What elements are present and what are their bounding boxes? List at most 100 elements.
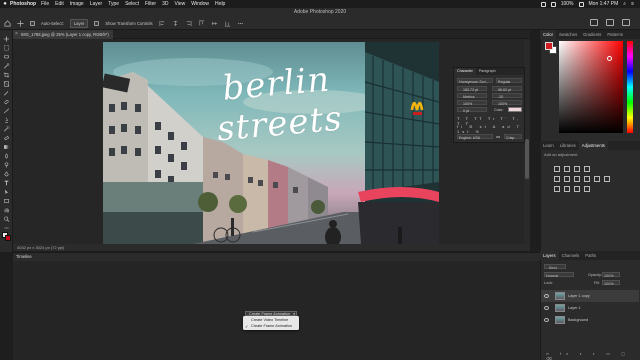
menu-3d[interactable]: 3D (162, 1, 168, 7)
tab-paragraph[interactable]: Paragraph (476, 68, 499, 75)
faux-style-buttons[interactable]: T T TT Tr T' T, T T (457, 116, 522, 126)
opentype-buttons[interactable]: fi ⊘ st A ad T 1st ½ (457, 124, 522, 134)
autoselect-checkbox[interactable] (30, 21, 35, 26)
tab-adjustments[interactable]: Adjustments (578, 141, 608, 150)
tab-gradients[interactable]: Gradients (580, 30, 604, 39)
language-select[interactable]: English: USA (457, 134, 493, 140)
black-white-adjustment-icon[interactable] (584, 176, 590, 182)
visibility-eye-icon[interactable] (544, 306, 549, 310)
blend-mode-select[interactable]: Normal (544, 272, 574, 278)
vibrance-adjustment-icon[interactable] (554, 176, 560, 182)
font-family-select[interactable]: Honeymoon Scri... (457, 78, 493, 84)
lasso-tool-icon[interactable] (3, 54, 10, 60)
baseline-shift-field[interactable]: 0 pt (457, 107, 487, 113)
visibility-eye-icon[interactable] (544, 294, 549, 298)
tab-color[interactable]: Color (540, 30, 557, 39)
kerning-field[interactable]: Metrics (457, 93, 487, 99)
document-tab[interactable]: × IMG_1788.jpeg @ 25% (Layer 1 copy, RGB… (13, 30, 113, 39)
opacity-field[interactable]: 100% (602, 272, 620, 278)
menu-layer[interactable]: Layer (90, 1, 103, 7)
zoom-tool-icon[interactable] (3, 216, 10, 222)
wifi-icon[interactable] (550, 1, 556, 7)
type-tool-icon[interactable] (3, 180, 10, 186)
quick-select-tool-icon[interactable] (3, 63, 10, 69)
document-image[interactable]: berlin streets (103, 42, 439, 244)
tab-character[interactable]: Character (454, 68, 476, 75)
curves-adjustment-icon[interactable] (574, 166, 580, 172)
pen-tool-icon[interactable] (3, 171, 10, 177)
battery-icon[interactable] (578, 1, 584, 7)
menu-help[interactable]: Help (215, 1, 225, 7)
levels-adjustment-icon[interactable] (564, 166, 570, 172)
status-icon[interactable] (540, 1, 546, 7)
brightness-adjustment-icon[interactable] (554, 166, 560, 172)
font-size-field[interactable]: 183.73 pt (457, 86, 487, 92)
color-balance-adjustment-icon[interactable] (574, 176, 580, 182)
frame-tool-icon[interactable] (3, 81, 10, 87)
vertical-scale-field[interactable]: 100% (457, 100, 487, 106)
marquee-tool-icon[interactable] (3, 45, 10, 51)
gradient-tool-icon[interactable] (3, 144, 10, 150)
more-options-icon[interactable] (237, 20, 244, 27)
menu-file[interactable]: File (41, 1, 49, 7)
share-icon[interactable] (622, 19, 630, 26)
align-top-icon[interactable] (198, 20, 205, 27)
apple-icon[interactable]: ● (0, 1, 10, 7)
layer-row[interactable]: Background (541, 314, 639, 326)
menu-filter[interactable]: Filter (145, 1, 156, 7)
blur-tool-icon[interactable] (3, 153, 10, 159)
tab-learn[interactable]: Learn (540, 141, 557, 150)
search-window-icon[interactable] (590, 19, 598, 26)
menu-item-video-timeline[interactable]: Create Video Timeline (251, 318, 288, 322)
eyedropper-tool-icon[interactable] (3, 90, 10, 96)
gradient-map-adjustment-icon[interactable] (584, 186, 590, 192)
search-icon[interactable]: ⌕ (623, 1, 626, 7)
eraser-tool-icon[interactable] (3, 135, 10, 141)
tracking-field[interactable]: -20 (492, 93, 522, 99)
fill-field[interactable]: 100% (602, 280, 620, 286)
menubar-clock[interactable]: Mon 1:47 PM (589, 1, 619, 7)
exposure-adjustment-icon[interactable] (584, 166, 590, 172)
text-color-swatch[interactable] (508, 107, 522, 112)
layer-row[interactable]: Layer 1 (541, 302, 639, 314)
move-tool-icon[interactable] (17, 20, 24, 27)
threshold-adjustment-icon[interactable] (574, 186, 580, 192)
menu-edit[interactable]: Edit (55, 1, 64, 7)
clone-stamp-tool-icon[interactable] (3, 117, 10, 123)
transform-checkbox[interactable] (94, 21, 100, 26)
hue-saturation-adjustment-icon[interactable] (564, 176, 570, 182)
layers-panel-footer-icons[interactable]: ∞ fx ◑ ◐ ▭ ▢ ⌫ (546, 351, 636, 360)
layer-filter-kind-select[interactable]: Kind (544, 264, 566, 270)
align-right-icon[interactable] (185, 20, 192, 27)
photo-filter-adjustment-icon[interactable] (594, 176, 600, 182)
color-panel-foreground-swatch[interactable] (545, 42, 553, 50)
posterize-adjustment-icon[interactable] (564, 186, 570, 192)
menu-image[interactable]: Image (70, 1, 84, 7)
tab-paths[interactable]: Paths (582, 251, 599, 260)
background-color-swatch[interactable] (5, 235, 11, 241)
brush-tool-icon[interactable] (3, 108, 10, 114)
horizontal-scale-field[interactable]: 100% (492, 100, 522, 106)
align-bottom-icon[interactable] (224, 20, 231, 27)
scrollbar-thumb[interactable] (525, 139, 529, 179)
align-center-icon[interactable] (172, 20, 179, 27)
home-icon[interactable] (4, 20, 11, 27)
dodge-tool-icon[interactable] (3, 162, 10, 168)
tab-layers[interactable]: Layers (540, 251, 559, 260)
more-tools-icon[interactable] (3, 225, 10, 231)
history-brush-tool-icon[interactable] (3, 126, 10, 132)
leading-field[interactable]: 96.62 pt (492, 86, 522, 92)
color-picker-handle[interactable] (607, 56, 612, 61)
healing-brush-tool-icon[interactable] (3, 99, 10, 105)
menu-select[interactable]: Select (125, 1, 139, 7)
visibility-eye-icon[interactable] (544, 318, 549, 322)
align-middle-icon[interactable] (211, 20, 218, 27)
align-left-icon[interactable] (159, 20, 166, 27)
tab-libraries[interactable]: Libraries (557, 141, 579, 150)
app-menu[interactable]: Photoshop (10, 1, 36, 7)
autoselect-dropdown[interactable]: Layer (69, 19, 89, 28)
tab-channels[interactable]: Channels (559, 251, 583, 260)
control-center-icon[interactable]: ≡ (631, 1, 634, 7)
workspace-switcher-icon[interactable] (606, 19, 614, 26)
antialias-select[interactable]: Crisp (504, 134, 522, 140)
